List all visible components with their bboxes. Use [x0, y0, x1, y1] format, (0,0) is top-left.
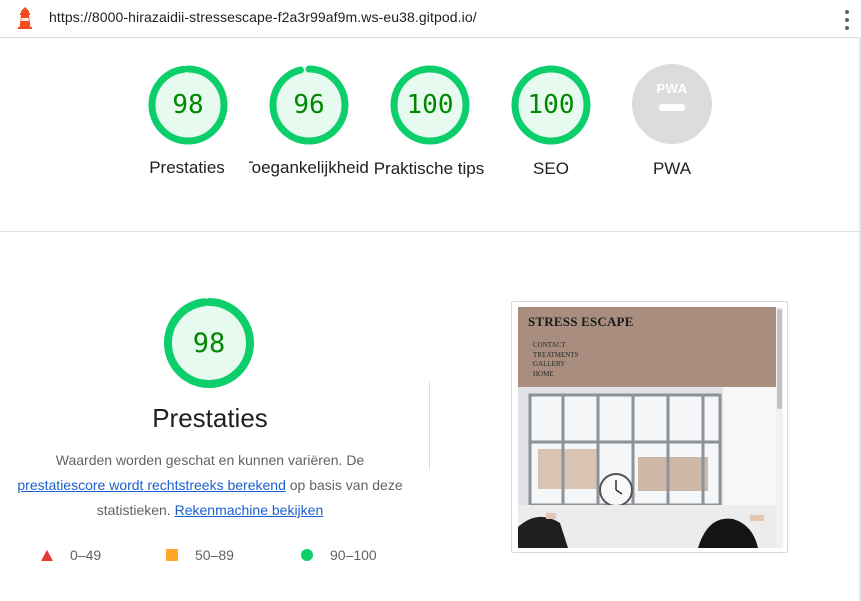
gauge-label-best-practices: Praktische tips	[373, 159, 485, 178]
fail-triangle-icon	[41, 549, 53, 561]
pwa-badge-text: PWA	[656, 81, 688, 96]
performance-gauge: 98	[161, 295, 257, 391]
legend-fail: 0–49	[41, 545, 101, 565]
site-nav-item: TREATMENTS	[533, 350, 579, 359]
site-nav-item: CONTACT	[533, 341, 566, 349]
gauge-performance[interactable]: 98	[146, 63, 230, 147]
gauge-score: 100	[527, 90, 575, 120]
site-nav-item: GALLERY	[533, 360, 566, 368]
page-url[interactable]: https://8000-hirazaidii-stressescape-f2a…	[49, 9, 477, 25]
gauge-label-pwa: PWA	[652, 159, 692, 178]
site-nav: CONTACT TREATMENTS GALLERY HOME	[533, 341, 579, 379]
gauge-label-performance: Prestaties	[149, 158, 225, 177]
final-screenshot[interactable]: STRESS ESCAPE CONTACT TREATMENTS GALLERY…	[511, 301, 788, 553]
legend-range: 50–89	[195, 547, 234, 563]
gauge-score: 100	[406, 90, 454, 120]
performance-description: Waarden worden geschat en kunnen variëre…	[14, 448, 406, 523]
pass-circle-icon	[301, 549, 313, 561]
lighthouse-icon	[18, 7, 32, 29]
hero-photo	[518, 387, 776, 548]
gauge-label-seo: SEO	[533, 159, 569, 178]
score-calculation-link[interactable]: prestatiescore wordt rechtstreeks bereke…	[17, 477, 285, 493]
gauge-best-practices[interactable]: 100	[388, 63, 472, 147]
url-bar: https://8000-hirazaidii-stressescape-f2a…	[0, 0, 861, 38]
scrollbar-thumb	[777, 309, 782, 409]
pwa-dash-icon	[659, 104, 685, 111]
website-preview: STRESS ESCAPE CONTACT TREATMENTS GALLERY…	[518, 307, 776, 548]
legend-range: 90–100	[330, 547, 377, 563]
vertical-divider	[429, 382, 430, 470]
hero-photo-illustration	[518, 387, 776, 548]
preview-scrollbar	[776, 307, 783, 548]
gauge-pwa[interactable]: PWA	[632, 64, 712, 144]
gauge-score: 96	[293, 90, 325, 120]
gauge-label-text: Toegankelijkheid	[249, 158, 369, 177]
section-divider	[0, 231, 859, 232]
legend-range: 0–49	[70, 547, 102, 563]
legend-pass: 90–100	[301, 545, 377, 565]
site-title: STRESS ESCAPE	[528, 314, 634, 329]
gauge-seo[interactable]: 100	[509, 63, 593, 147]
legend-average: 50–89	[166, 545, 234, 565]
gauge-accessibility[interactable]: 96	[267, 63, 351, 147]
performance-score: 98	[192, 327, 226, 359]
site-nav-item: HOME	[533, 369, 554, 378]
calculator-link[interactable]: Rekenmachine bekijken	[175, 502, 324, 518]
kebab-menu-icon[interactable]	[845, 10, 849, 30]
average-square-icon	[166, 549, 178, 561]
gauge-label-accessibility: Toegankelijkheid	[249, 155, 369, 181]
gauge-score: 98	[172, 90, 204, 120]
desc-text: Waarden worden geschat en kunnen variëre…	[55, 452, 365, 468]
performance-title: Prestaties	[152, 403, 268, 433]
